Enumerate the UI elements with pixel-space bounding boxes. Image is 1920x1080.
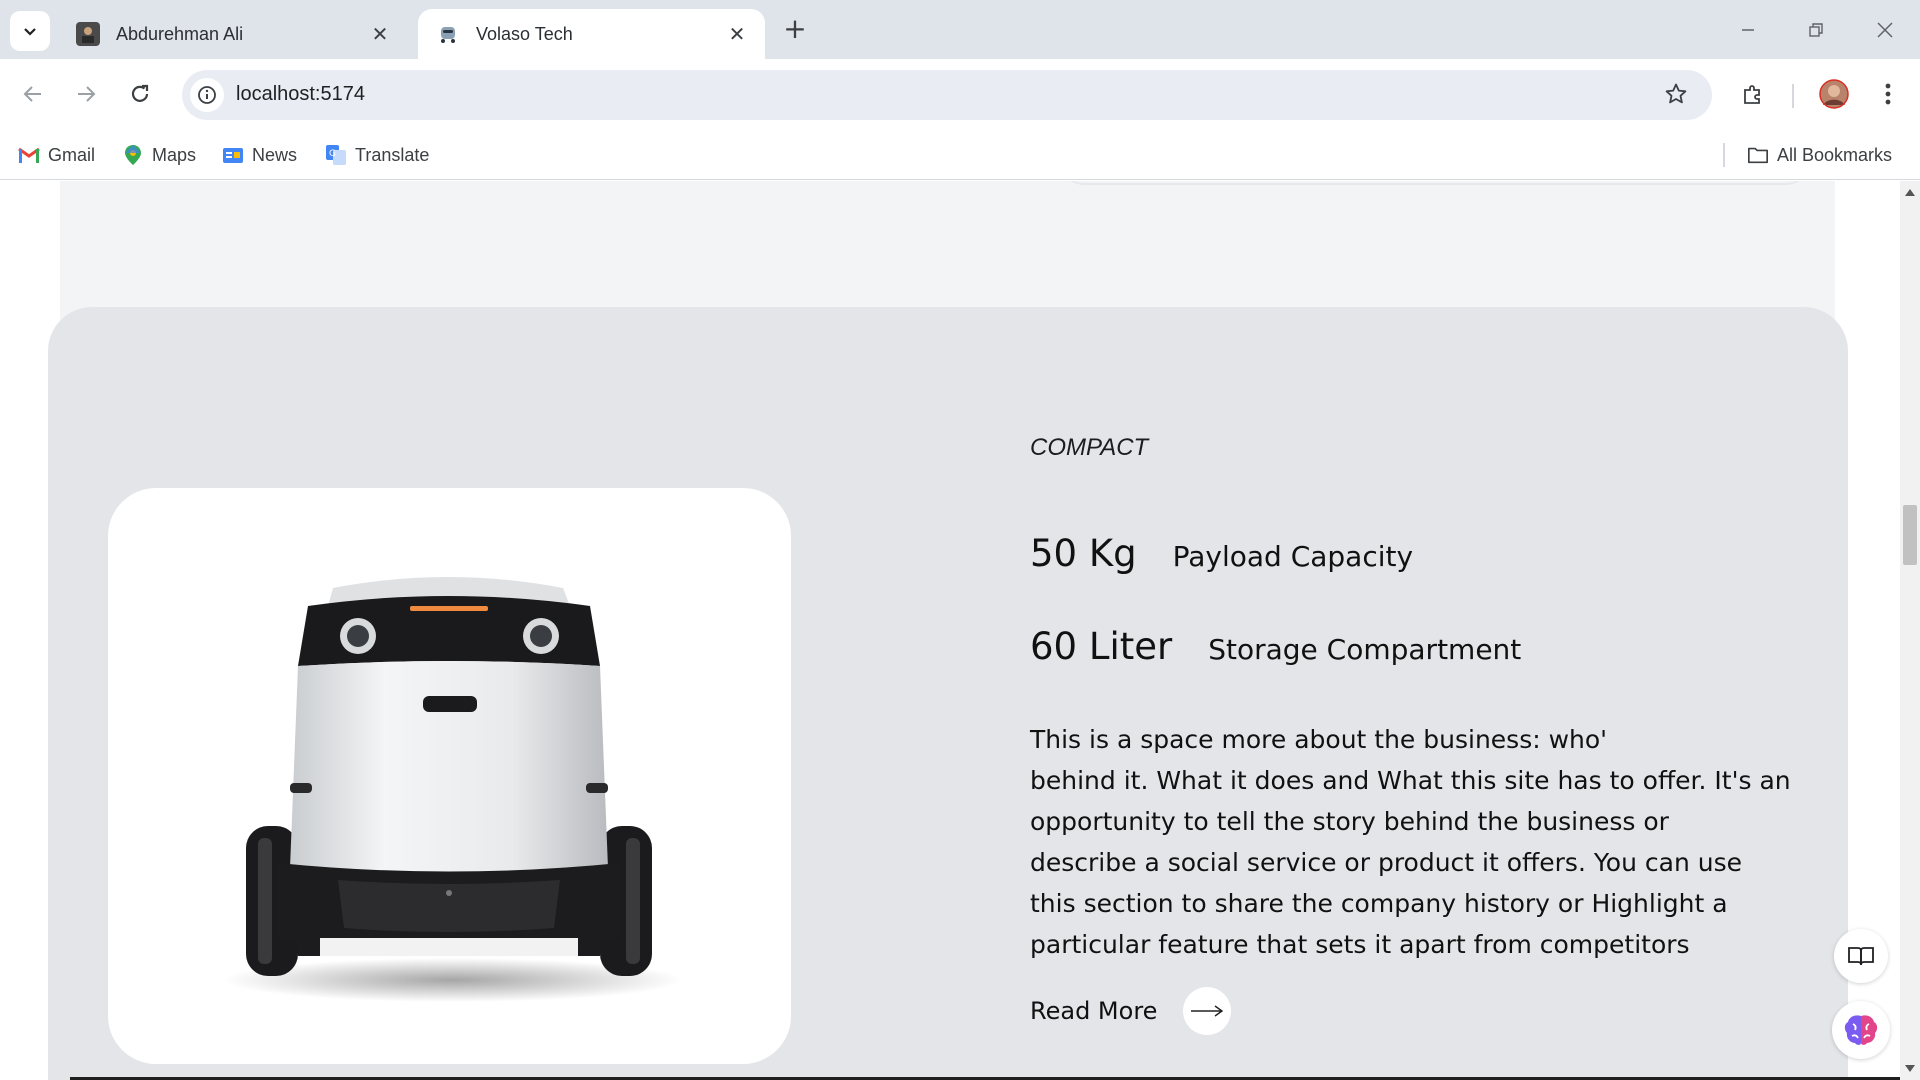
browser-menu-button[interactable] (1868, 74, 1908, 114)
all-bookmarks-label: All Bookmarks (1777, 144, 1893, 165)
svg-text:G: G (329, 149, 336, 159)
bookmark-star-button[interactable] (1656, 74, 1696, 114)
robot-image-container (108, 488, 791, 1064)
new-tab-button[interactable]: + (780, 14, 810, 44)
gmail-icon (18, 144, 40, 166)
product-card: COMPACT 50 Kg Payload Capacity 60 Liter … (48, 307, 1848, 1080)
reading-mode-button[interactable] (1834, 929, 1888, 983)
folder-icon (1747, 144, 1769, 166)
chevron-down-icon (24, 28, 36, 36)
description-line: opportunity to tell the story behind the… (1030, 807, 1669, 836)
avatar-icon (1819, 79, 1849, 109)
bookmarks-divider (1723, 143, 1725, 167)
reload-icon (131, 84, 149, 102)
tab-abdurehman[interactable]: Abdurehman Ali ✕ (58, 9, 408, 59)
translate-icon: G (325, 144, 347, 166)
read-more-label: Read More (1030, 997, 1158, 1025)
tab-volaso[interactable]: Volaso Tech ✕ (418, 9, 765, 59)
open-book-icon (1848, 947, 1874, 966)
bookmark-label: News (252, 144, 298, 165)
bookmark-label: Gmail (48, 144, 96, 165)
news-icon (222, 144, 244, 166)
description-line: This is a space more about the business:… (1030, 725, 1608, 754)
robot-favicon-icon (436, 22, 460, 46)
stat-label: Payload Capacity (1172, 540, 1414, 573)
toolbar-divider (1792, 84, 1794, 108)
bookmark-translate[interactable]: G Translate (325, 140, 429, 170)
brain-icon (1844, 1015, 1878, 1045)
scroll-up-arrow-icon[interactable] (1905, 189, 1915, 196)
arrow-right-icon[interactable] (1183, 987, 1232, 1035)
site-info-icon[interactable] (190, 78, 224, 112)
tab-title: Volaso Tech (476, 23, 573, 44)
reload-button[interactable] (120, 74, 160, 114)
arrow-left-icon (23, 86, 41, 102)
close-tab-icon[interactable]: ✕ (727, 22, 747, 46)
product-eyebrow: COMPACT (1030, 434, 1149, 461)
maps-icon (122, 144, 144, 166)
scrollbar-thumb[interactable] (1903, 505, 1917, 565)
stat-value: 60 Liter (1030, 625, 1173, 668)
scroll-down-arrow-icon[interactable] (1905, 1065, 1915, 1072)
bookmark-label: Translate (355, 144, 430, 165)
ai-assistant-button[interactable] (1832, 1001, 1890, 1059)
arrow-right-icon (78, 86, 96, 102)
stat-storage: 60 Liter Storage Compartment (1030, 625, 1521, 668)
address-bar[interactable]: localhost:5174 (182, 70, 1712, 120)
url-text[interactable]: localhost:5174 (236, 83, 365, 106)
restore-button[interactable] (1796, 12, 1836, 48)
bookmark-maps[interactable]: Maps (122, 140, 196, 170)
description-line: describe a social service or product it … (1030, 848, 1742, 877)
tab-title: Abdurehman Ali (116, 23, 244, 44)
previous-card-inner-edge (1060, 181, 1810, 185)
description-line: particular feature that sets it apart fr… (1030, 930, 1690, 959)
profile-favicon-icon (76, 22, 100, 46)
bookmarks-bar: Gmail Maps News G Translate All Bookmark… (0, 130, 1920, 180)
forward-button[interactable] (66, 74, 106, 114)
all-bookmarks-button[interactable]: All Bookmarks (1747, 140, 1892, 170)
star-icon (1665, 83, 1687, 104)
product-description: This is a space more about the business:… (1030, 719, 1791, 965)
extensions-button[interactable] (1733, 74, 1773, 114)
puzzle-icon (1744, 85, 1760, 104)
description-line: this section to share the company histor… (1030, 889, 1728, 918)
back-button[interactable] (13, 74, 53, 114)
tab-strip: Abdurehman Ali ✕ Volaso Tech ✕ + (0, 0, 1920, 59)
page-scrollbar[interactable] (1900, 181, 1920, 1080)
close-tab-icon[interactable]: ✕ (370, 22, 390, 46)
minimize-icon (1742, 29, 1754, 31)
minimize-button[interactable] (1728, 12, 1768, 48)
read-more-link[interactable]: Read More (1030, 987, 1232, 1035)
stat-payload: 50 Kg Payload Capacity (1030, 532, 1413, 575)
page-viewport: COMPACT 50 Kg Payload Capacity 60 Liter … (0, 181, 1900, 1080)
description-line: behind it. What it does and What this si… (1030, 766, 1791, 795)
bookmark-news[interactable]: News (222, 140, 297, 170)
profile-avatar[interactable] (1814, 74, 1854, 114)
bookmark-gmail[interactable]: Gmail (18, 140, 95, 170)
close-icon (1877, 22, 1893, 38)
bookmark-label: Maps (152, 144, 197, 165)
restore-icon (1809, 23, 1823, 37)
kebab-menu-icon (1885, 83, 1891, 105)
stat-value: 50 Kg (1030, 532, 1137, 575)
delivery-robot-image (223, 577, 683, 1002)
tab-search-button[interactable] (10, 11, 50, 51)
stat-label: Storage Compartment (1208, 633, 1522, 666)
close-window-button[interactable] (1865, 12, 1905, 48)
